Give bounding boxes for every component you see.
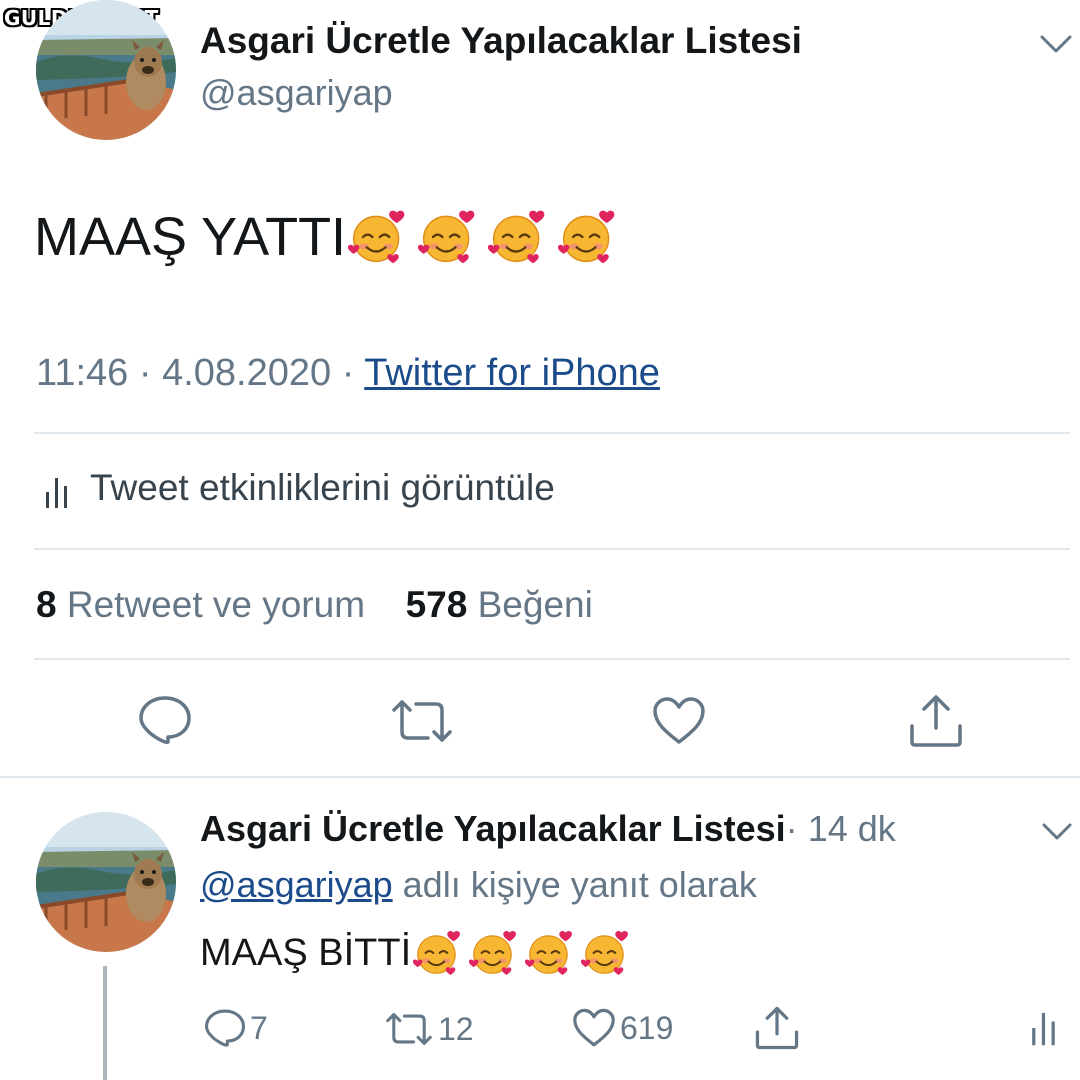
reply-context-text: adlı kişiye yanıt olarak (402, 864, 757, 905)
smiling-face-with-hearts-icon (488, 207, 548, 267)
avatar[interactable] (36, 0, 176, 140)
smiling-face-with-hearts-icon (418, 207, 478, 267)
likes-link[interactable]: 578 Beğeni (406, 584, 593, 625)
reply-share-icon[interactable] (754, 1006, 800, 1055)
divider (34, 658, 1070, 660)
author-name[interactable]: Asgari Ücretle Yapılacaklar Listesi (200, 20, 802, 62)
chevron-down-icon[interactable] (1038, 32, 1074, 61)
engagement-stats: 8 Retweet ve yorum 578 Beğeni (36, 584, 593, 626)
smiling-face-with-hearts-icon (525, 928, 575, 978)
retweet-label: Retweet ve yorum (66, 584, 366, 625)
reply-like-button[interactable]: 619 (572, 1008, 673, 1048)
reply-time[interactable]: 14 dk (808, 808, 896, 849)
reply-avatar[interactable] (36, 812, 176, 952)
tweet-text: MAAŞ YATTI (34, 206, 618, 268)
reply-retweet-button[interactable]: 12 (384, 1010, 474, 1048)
reply-retweet-count: 12 (438, 1010, 474, 1047)
divider (34, 548, 1070, 550)
reply-dot: · (785, 808, 798, 849)
tweet-activity-row[interactable]: Tweet etkinliklerini görüntüle (44, 466, 555, 510)
like-label: Beğeni (477, 584, 593, 625)
reply-text: MAAŞ BİTTİ (200, 928, 631, 978)
like-count: 578 (405, 584, 468, 625)
reply-chevron-down-icon[interactable] (1040, 820, 1074, 847)
reply-like-count: 619 (620, 1009, 674, 1046)
smiling-face-with-hearts-icon (558, 207, 618, 267)
retweet-icon[interactable] (390, 696, 454, 751)
reply-icon (205, 1009, 245, 1047)
analytics-icon (46, 478, 67, 508)
like-icon (573, 1008, 615, 1047)
reply-reply-button[interactable]: 7 (204, 1008, 268, 1048)
reply-icon[interactable] (138, 694, 192, 751)
retweet-icon (386, 1013, 432, 1045)
divider (0, 776, 1080, 778)
reply-author-line: Asgari Ücretle Yapılacaklar Listesi· 14 … (200, 808, 896, 850)
smiling-face-with-hearts-icon (469, 928, 519, 978)
like-icon[interactable] (652, 696, 706, 751)
tweet-source-link[interactable]: Twitter for iPhone (364, 352, 660, 394)
reply-analytics-icon[interactable] (1030, 1008, 1058, 1053)
reply-mention-link[interactable]: @asgariyap (200, 864, 393, 905)
tweet-text-content: MAAŞ YATTI (34, 207, 347, 267)
divider (34, 432, 1070, 434)
reply-context: @asgariyap adlı kişiye yanıt olarak (200, 864, 757, 906)
tweet-meta: 11:46 · 4.08.2020 · Twitter for iPhone (36, 352, 660, 395)
author-handle[interactable]: @asgariyap (200, 72, 393, 114)
share-icon[interactable] (908, 694, 964, 753)
thread-line (103, 966, 107, 1080)
smiling-face-with-hearts-icon (413, 928, 463, 978)
retweets-link[interactable]: 8 Retweet ve yorum (36, 584, 365, 625)
smiling-face-with-hearts-icon (581, 928, 631, 978)
meta-separator: · (138, 352, 152, 394)
tweet-date: 4.08.2020 (162, 352, 332, 394)
reply-author-name[interactable]: Asgari Ücretle Yapılacaklar Listesi (200, 808, 786, 849)
tweet-time: 11:46 (36, 352, 129, 394)
reply-text-content: MAAŞ BİTTİ (200, 931, 412, 974)
smiling-face-with-hearts-icon (348, 207, 408, 267)
tweet-activity-label: Tweet etkinliklerini görüntüle (90, 467, 555, 508)
meta-separator: · (341, 352, 355, 394)
reply-count: 7 (250, 1009, 268, 1046)
retweet-count: 8 (36, 584, 57, 625)
